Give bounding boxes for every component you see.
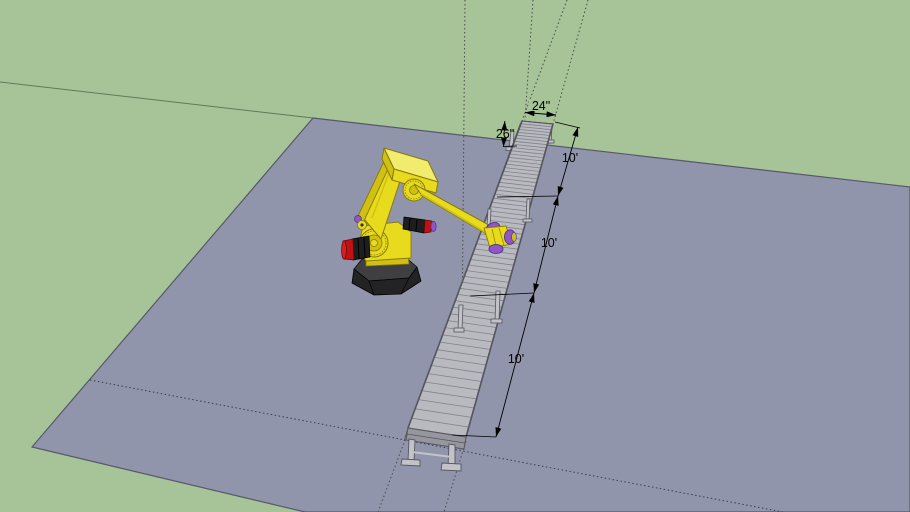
modeling-viewport: 24" 26" 10' 10' 10' bbox=[0, 0, 910, 512]
section-2-label[interactable]: 10' bbox=[541, 236, 557, 250]
clevis-pin bbox=[360, 223, 364, 227]
conveyor-width-label[interactable]: 24" bbox=[532, 99, 550, 113]
scene-canvas: 24" 26" 10' 10' 10' bbox=[0, 0, 910, 512]
conveyor-height-label[interactable]: 26" bbox=[496, 127, 514, 141]
section-1-label[interactable]: 10' bbox=[562, 151, 578, 165]
section-3-label[interactable]: 10' bbox=[508, 352, 524, 366]
